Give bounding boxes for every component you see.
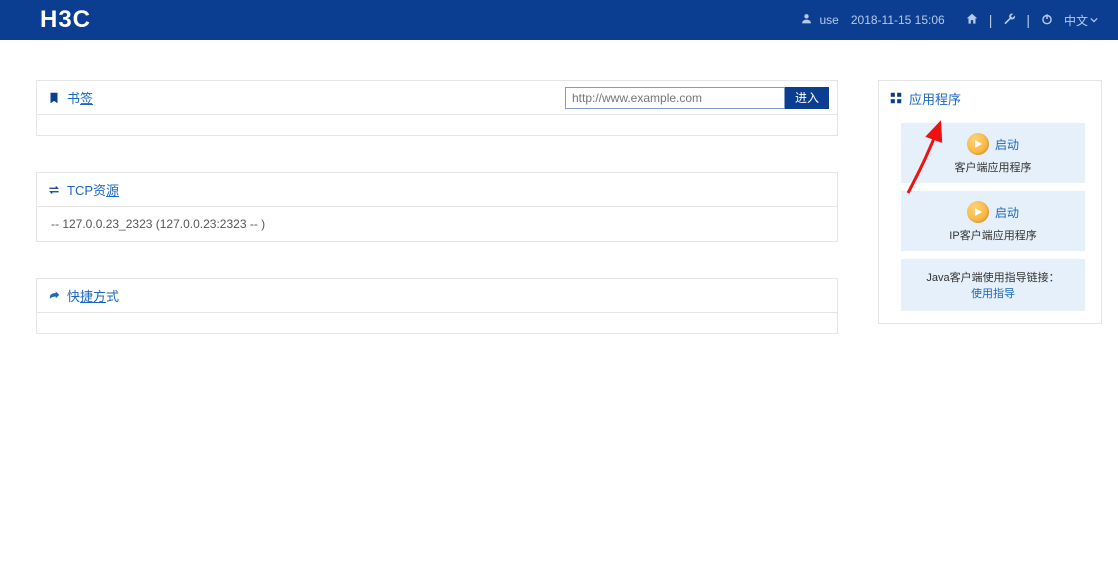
bookmarks-panel-head: 书签 进入 (37, 81, 837, 115)
launch-link[interactable]: 启动 (995, 204, 1019, 221)
app-card-ip-client: 启动 IP客户端应用程序 (901, 191, 1085, 251)
shortcuts-panel-head: 快捷方式 (37, 279, 837, 313)
app-guide-block: Java客户端使用指导链接： 使用指导 (901, 259, 1085, 311)
language-label: 中文 (1064, 12, 1088, 29)
play-button[interactable] (967, 201, 989, 223)
guide-label: Java客户端使用指导链接： (909, 269, 1077, 285)
logo: H3C (40, 6, 91, 34)
grid-icon (889, 91, 903, 105)
power-icon[interactable] (1040, 12, 1054, 29)
bookmarks-body (37, 115, 837, 135)
app-header: H3C use 2018-11-15 15:06 | | 中文 (0, 0, 1118, 40)
app-card-desc: 客户端应用程序 (955, 159, 1032, 175)
language-selector[interactable]: 中文 (1064, 12, 1098, 29)
apps-panel: 应用程序 启动 客户端应用程序 启动 (878, 80, 1102, 324)
apps-panel-head: 应用程序 (879, 81, 1101, 115)
app-card-desc: IP客户端应用程序 (949, 227, 1036, 243)
share-arrow-icon (47, 289, 61, 303)
tcp-body: -- 127.0.0.23_2323 (127.0.0.23:2323 -- ) (37, 207, 837, 241)
user-name: use (819, 13, 838, 27)
tcp-title: TCP资源 (67, 180, 119, 199)
url-input[interactable] (565, 87, 785, 109)
header-actions: | | 中文 (965, 12, 1098, 29)
transfer-icon (47, 183, 61, 197)
tcp-panel: TCP资源 -- 127.0.0.23_2323 (127.0.0.23:232… (36, 172, 838, 242)
app-card-client: 启动 客户端应用程序 (901, 123, 1085, 183)
chevron-down-icon (1090, 16, 1098, 24)
launch-link[interactable]: 启动 (995, 136, 1019, 153)
page-body: 书签 进入 TCP资源 -- 1 (0, 40, 1118, 334)
shortcuts-title: 快捷方式 (67, 286, 119, 305)
apps-title: 应用程序 (909, 89, 961, 108)
header-timestamp: 2018-11-15 15:06 (851, 13, 945, 27)
tcp-panel-head: TCP资源 (37, 173, 837, 207)
shortcuts-panel: 快捷方式 (36, 278, 838, 334)
bookmarks-title: 书签 (67, 88, 93, 107)
right-column: 应用程序 启动 客户端应用程序 启动 (878, 80, 1102, 324)
wrench-icon[interactable] (1002, 12, 1016, 29)
tcp-resource-item[interactable]: -- 127.0.0.23_2323 (127.0.0.23:2323 -- ) (51, 217, 265, 231)
shortcuts-body (37, 313, 837, 333)
url-bar: 进入 (565, 87, 829, 109)
separator: | (1026, 12, 1030, 28)
go-button[interactable]: 进入 (785, 87, 829, 109)
home-icon[interactable] (965, 12, 979, 29)
left-column: 书签 进入 TCP资源 -- 1 (36, 80, 838, 334)
guide-link[interactable]: 使用指导 (909, 285, 1077, 301)
bookmarks-panel: 书签 进入 (36, 80, 838, 136)
separator: | (989, 12, 993, 28)
user-icon (800, 12, 813, 28)
bookmark-icon (47, 91, 61, 105)
play-button[interactable] (967, 133, 989, 155)
user-info: use 2018-11-15 15:06 (800, 12, 944, 28)
